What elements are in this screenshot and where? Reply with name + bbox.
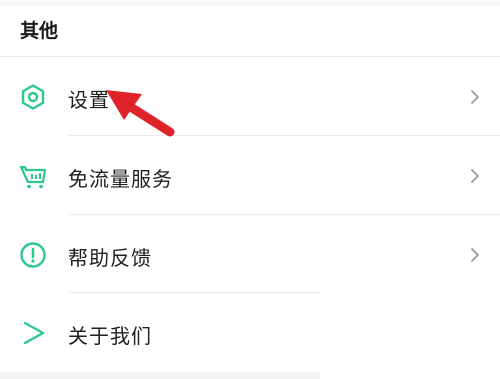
bottom-bar bbox=[0, 372, 320, 379]
menu-item-settings[interactable]: 设置 bbox=[0, 57, 500, 135]
top-strip bbox=[0, 0, 500, 6]
menu-item-about-us[interactable]: 关于我们 bbox=[0, 293, 500, 371]
menu-item-label: 关于我们 bbox=[68, 324, 152, 348]
exclamation-circle-icon bbox=[20, 242, 46, 268]
menu-item-help-feedback[interactable]: 帮助反馈 bbox=[0, 215, 500, 293]
menu-item-label: 免流量服务 bbox=[68, 167, 173, 191]
chevron-right-icon bbox=[471, 248, 479, 262]
menu-item-label: 帮助反馈 bbox=[68, 246, 152, 270]
gear-hexagon-icon bbox=[21, 84, 45, 110]
section-title: 其他 bbox=[20, 20, 59, 42]
chevron-right-icon bbox=[471, 90, 479, 104]
cart-chart-icon bbox=[19, 165, 47, 189]
chevron-right-icon bbox=[471, 169, 479, 183]
annotation-arrow-icon bbox=[106, 90, 175, 137]
menu-item-free-data-service[interactable]: 免流量服务 bbox=[0, 136, 500, 214]
play-triangle-icon bbox=[23, 321, 45, 345]
